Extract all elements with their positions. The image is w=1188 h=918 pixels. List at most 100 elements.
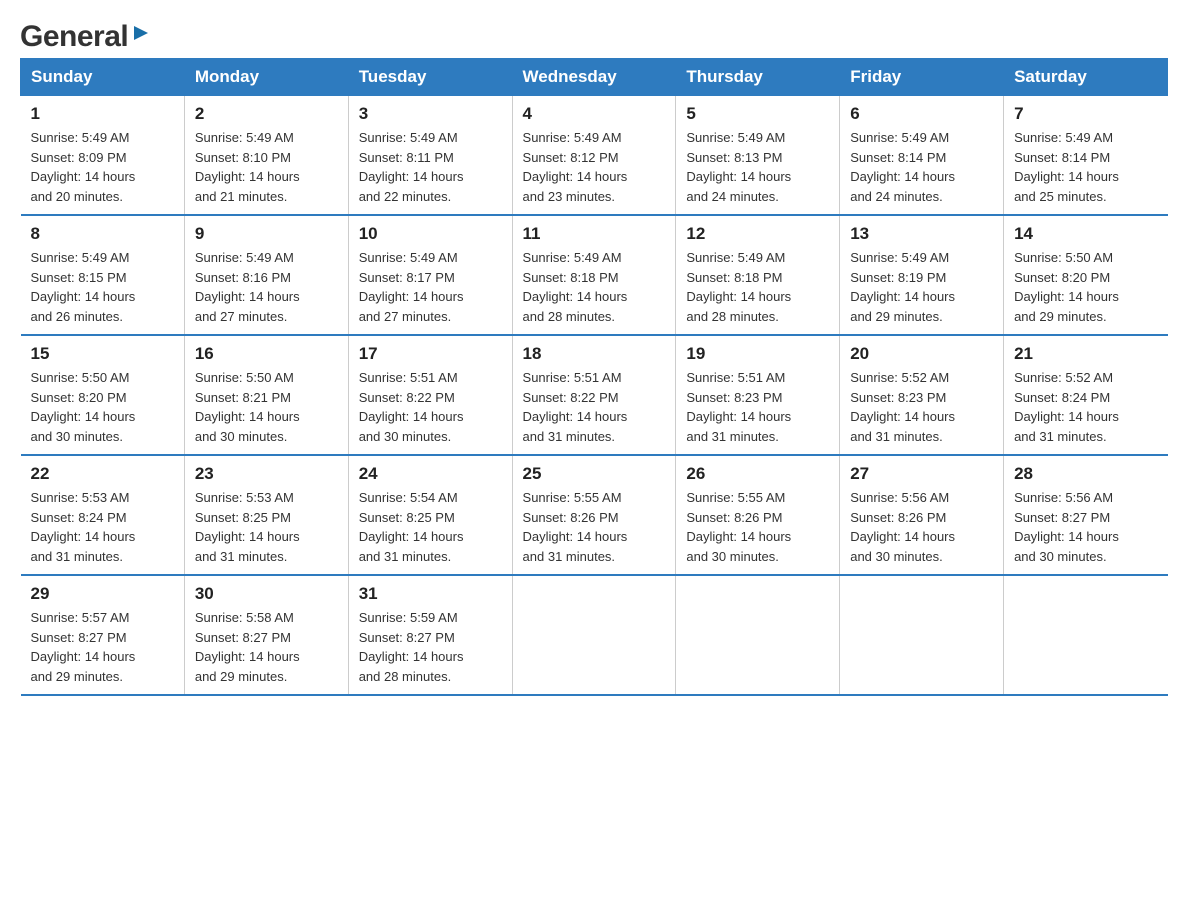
day-info: Sunrise: 5:49 AM Sunset: 8:09 PM Dayligh…	[31, 128, 174, 206]
calendar-week-row: 29 Sunrise: 5:57 AM Sunset: 8:27 PM Dayl…	[21, 575, 1168, 695]
day-number: 19	[686, 344, 829, 364]
calendar-cell: 10 Sunrise: 5:49 AM Sunset: 8:17 PM Dayl…	[348, 215, 512, 335]
calendar-cell: 3 Sunrise: 5:49 AM Sunset: 8:11 PM Dayli…	[348, 96, 512, 216]
day-info: Sunrise: 5:51 AM Sunset: 8:23 PM Dayligh…	[686, 368, 829, 446]
day-number: 11	[523, 224, 666, 244]
day-info: Sunrise: 5:49 AM Sunset: 8:17 PM Dayligh…	[359, 248, 502, 326]
calendar-cell	[840, 575, 1004, 695]
calendar-cell: 14 Sunrise: 5:50 AM Sunset: 8:20 PM Dayl…	[1004, 215, 1168, 335]
day-info: Sunrise: 5:49 AM Sunset: 8:11 PM Dayligh…	[359, 128, 502, 206]
day-number: 10	[359, 224, 502, 244]
day-info: Sunrise: 5:49 AM Sunset: 8:18 PM Dayligh…	[523, 248, 666, 326]
calendar-cell: 15 Sunrise: 5:50 AM Sunset: 8:20 PM Dayl…	[21, 335, 185, 455]
calendar-cell: 27 Sunrise: 5:56 AM Sunset: 8:26 PM Dayl…	[840, 455, 1004, 575]
day-number: 24	[359, 464, 502, 484]
weekday-header-tuesday: Tuesday	[348, 59, 512, 96]
calendar-cell: 9 Sunrise: 5:49 AM Sunset: 8:16 PM Dayli…	[184, 215, 348, 335]
calendar-cell: 30 Sunrise: 5:58 AM Sunset: 8:27 PM Dayl…	[184, 575, 348, 695]
day-info: Sunrise: 5:57 AM Sunset: 8:27 PM Dayligh…	[31, 608, 174, 686]
day-number: 23	[195, 464, 338, 484]
calendar-cell: 21 Sunrise: 5:52 AM Sunset: 8:24 PM Dayl…	[1004, 335, 1168, 455]
day-number: 27	[850, 464, 993, 484]
calendar-cell: 22 Sunrise: 5:53 AM Sunset: 8:24 PM Dayl…	[21, 455, 185, 575]
day-number: 7	[1014, 104, 1157, 124]
calendar-cell: 2 Sunrise: 5:49 AM Sunset: 8:10 PM Dayli…	[184, 96, 348, 216]
day-info: Sunrise: 5:54 AM Sunset: 8:25 PM Dayligh…	[359, 488, 502, 566]
calendar-cell: 5 Sunrise: 5:49 AM Sunset: 8:13 PM Dayli…	[676, 96, 840, 216]
page-header: General	[20, 20, 1168, 48]
calendar-cell: 11 Sunrise: 5:49 AM Sunset: 8:18 PM Dayl…	[512, 215, 676, 335]
day-number: 20	[850, 344, 993, 364]
day-number: 28	[1014, 464, 1157, 484]
calendar-cell: 23 Sunrise: 5:53 AM Sunset: 8:25 PM Dayl…	[184, 455, 348, 575]
day-number: 26	[686, 464, 829, 484]
day-number: 9	[195, 224, 338, 244]
day-info: Sunrise: 5:50 AM Sunset: 8:21 PM Dayligh…	[195, 368, 338, 446]
day-number: 1	[31, 104, 174, 124]
calendar-week-row: 22 Sunrise: 5:53 AM Sunset: 8:24 PM Dayl…	[21, 455, 1168, 575]
calendar-cell: 7 Sunrise: 5:49 AM Sunset: 8:14 PM Dayli…	[1004, 96, 1168, 216]
day-number: 25	[523, 464, 666, 484]
calendar-cell: 17 Sunrise: 5:51 AM Sunset: 8:22 PM Dayl…	[348, 335, 512, 455]
day-number: 4	[523, 104, 666, 124]
weekday-header-wednesday: Wednesday	[512, 59, 676, 96]
day-number: 2	[195, 104, 338, 124]
calendar-cell: 28 Sunrise: 5:56 AM Sunset: 8:27 PM Dayl…	[1004, 455, 1168, 575]
day-number: 12	[686, 224, 829, 244]
day-info: Sunrise: 5:51 AM Sunset: 8:22 PM Dayligh…	[359, 368, 502, 446]
day-number: 21	[1014, 344, 1157, 364]
day-info: Sunrise: 5:50 AM Sunset: 8:20 PM Dayligh…	[31, 368, 174, 446]
day-info: Sunrise: 5:49 AM Sunset: 8:19 PM Dayligh…	[850, 248, 993, 326]
day-info: Sunrise: 5:55 AM Sunset: 8:26 PM Dayligh…	[523, 488, 666, 566]
day-number: 13	[850, 224, 993, 244]
weekday-header-saturday: Saturday	[1004, 59, 1168, 96]
day-info: Sunrise: 5:49 AM Sunset: 8:14 PM Dayligh…	[1014, 128, 1157, 206]
calendar-cell	[512, 575, 676, 695]
day-info: Sunrise: 5:51 AM Sunset: 8:22 PM Dayligh…	[523, 368, 666, 446]
day-info: Sunrise: 5:49 AM Sunset: 8:14 PM Dayligh…	[850, 128, 993, 206]
day-number: 22	[31, 464, 174, 484]
calendar-week-row: 8 Sunrise: 5:49 AM Sunset: 8:15 PM Dayli…	[21, 215, 1168, 335]
day-info: Sunrise: 5:56 AM Sunset: 8:27 PM Dayligh…	[1014, 488, 1157, 566]
day-info: Sunrise: 5:49 AM Sunset: 8:10 PM Dayligh…	[195, 128, 338, 206]
calendar-cell: 18 Sunrise: 5:51 AM Sunset: 8:22 PM Dayl…	[512, 335, 676, 455]
calendar-cell: 20 Sunrise: 5:52 AM Sunset: 8:23 PM Dayl…	[840, 335, 1004, 455]
day-info: Sunrise: 5:53 AM Sunset: 8:24 PM Dayligh…	[31, 488, 174, 566]
day-number: 31	[359, 584, 502, 604]
day-info: Sunrise: 5:55 AM Sunset: 8:26 PM Dayligh…	[686, 488, 829, 566]
calendar-cell: 29 Sunrise: 5:57 AM Sunset: 8:27 PM Dayl…	[21, 575, 185, 695]
day-number: 30	[195, 584, 338, 604]
calendar-cell: 31 Sunrise: 5:59 AM Sunset: 8:27 PM Dayl…	[348, 575, 512, 695]
day-number: 17	[359, 344, 502, 364]
day-number: 18	[523, 344, 666, 364]
day-info: Sunrise: 5:53 AM Sunset: 8:25 PM Dayligh…	[195, 488, 338, 566]
calendar-cell: 1 Sunrise: 5:49 AM Sunset: 8:09 PM Dayli…	[21, 96, 185, 216]
day-number: 15	[31, 344, 174, 364]
calendar-cell: 8 Sunrise: 5:49 AM Sunset: 8:15 PM Dayli…	[21, 215, 185, 335]
logo-arrow-icon	[130, 22, 152, 49]
calendar-cell: 26 Sunrise: 5:55 AM Sunset: 8:26 PM Dayl…	[676, 455, 840, 575]
calendar-cell: 24 Sunrise: 5:54 AM Sunset: 8:25 PM Dayl…	[348, 455, 512, 575]
day-info: Sunrise: 5:49 AM Sunset: 8:16 PM Dayligh…	[195, 248, 338, 326]
day-number: 16	[195, 344, 338, 364]
weekday-header-monday: Monday	[184, 59, 348, 96]
calendar-cell: 19 Sunrise: 5:51 AM Sunset: 8:23 PM Dayl…	[676, 335, 840, 455]
day-info: Sunrise: 5:50 AM Sunset: 8:20 PM Dayligh…	[1014, 248, 1157, 326]
calendar-week-row: 1 Sunrise: 5:49 AM Sunset: 8:09 PM Dayli…	[21, 96, 1168, 216]
day-info: Sunrise: 5:49 AM Sunset: 8:13 PM Dayligh…	[686, 128, 829, 206]
calendar-cell: 12 Sunrise: 5:49 AM Sunset: 8:18 PM Dayl…	[676, 215, 840, 335]
calendar-cell: 6 Sunrise: 5:49 AM Sunset: 8:14 PM Dayli…	[840, 96, 1004, 216]
weekday-header-sunday: Sunday	[21, 59, 185, 96]
day-number: 5	[686, 104, 829, 124]
calendar-cell: 4 Sunrise: 5:49 AM Sunset: 8:12 PM Dayli…	[512, 96, 676, 216]
day-info: Sunrise: 5:52 AM Sunset: 8:23 PM Dayligh…	[850, 368, 993, 446]
logo: General	[20, 20, 152, 48]
calendar-cell: 16 Sunrise: 5:50 AM Sunset: 8:21 PM Dayl…	[184, 335, 348, 455]
calendar-body: 1 Sunrise: 5:49 AM Sunset: 8:09 PM Dayli…	[21, 96, 1168, 696]
calendar-cell: 13 Sunrise: 5:49 AM Sunset: 8:19 PM Dayl…	[840, 215, 1004, 335]
weekday-header-thursday: Thursday	[676, 59, 840, 96]
day-info: Sunrise: 5:59 AM Sunset: 8:27 PM Dayligh…	[359, 608, 502, 686]
day-number: 14	[1014, 224, 1157, 244]
weekday-header-friday: Friday	[840, 59, 1004, 96]
day-number: 3	[359, 104, 502, 124]
